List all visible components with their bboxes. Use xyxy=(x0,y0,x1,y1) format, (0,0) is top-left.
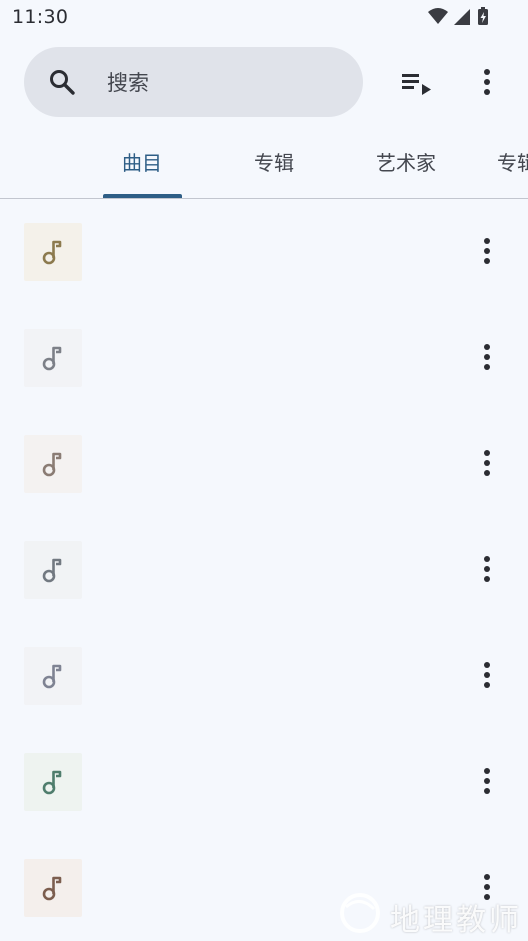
status-bar: 11:30 xyxy=(0,0,528,36)
tab-album-artists[interactable]: 专辑 xyxy=(497,136,528,198)
search-icon xyxy=(50,70,75,95)
track-thumbnail xyxy=(24,329,82,387)
search-placeholder: 搜索 xyxy=(107,71,149,95)
track-row[interactable] xyxy=(0,411,528,517)
more-vert-icon xyxy=(484,768,490,794)
more-options-button[interactable] xyxy=(477,67,497,99)
music-note-icon xyxy=(42,664,62,689)
watermark: 地理教师 xyxy=(330,887,528,939)
music-note-icon xyxy=(42,240,62,265)
track-row[interactable] xyxy=(0,199,528,305)
music-note-icon xyxy=(42,346,62,371)
music-note-icon xyxy=(42,558,62,583)
playlist-play-icon xyxy=(402,74,431,95)
status-icons xyxy=(426,6,498,28)
more-vert-icon xyxy=(484,238,490,264)
track-more-button[interactable] xyxy=(477,766,497,798)
battery-charging-icon xyxy=(478,7,488,25)
more-vert-icon xyxy=(484,69,490,95)
wifi-icon xyxy=(428,8,448,24)
cell-signal-icon xyxy=(454,9,470,25)
track-thumbnail xyxy=(24,541,82,599)
track-thumbnail xyxy=(24,435,82,493)
track-thumbnail xyxy=(24,859,82,917)
track-row[interactable] xyxy=(0,517,528,623)
tab-bar: 曲目 专辑 艺术家 专辑 xyxy=(0,136,528,198)
track-more-button[interactable] xyxy=(477,236,497,268)
track-row[interactable] xyxy=(0,623,528,729)
track-more-button[interactable] xyxy=(477,342,497,374)
watermark-text: 地理教师 xyxy=(390,903,522,938)
track-more-button[interactable] xyxy=(477,554,497,586)
track-thumbnail xyxy=(24,753,82,811)
track-row[interactable] xyxy=(0,729,528,835)
search-bar[interactable]: 搜索 xyxy=(24,47,363,117)
tab-artists[interactable]: 艺术家 xyxy=(376,136,436,198)
tab-tracks[interactable]: 曲目 xyxy=(122,136,162,198)
music-note-icon xyxy=(42,876,62,901)
more-vert-icon xyxy=(484,344,490,370)
track-thumbnail xyxy=(24,223,82,281)
track-more-button[interactable] xyxy=(477,660,497,692)
tab-albums[interactable]: 专辑 xyxy=(254,136,294,198)
track-thumbnail xyxy=(24,647,82,705)
music-note-icon xyxy=(42,770,62,795)
track-row[interactable] xyxy=(0,305,528,411)
more-vert-icon xyxy=(484,662,490,688)
music-note-icon xyxy=(42,452,62,477)
watermark-logo-icon xyxy=(340,893,380,933)
queue-button[interactable] xyxy=(398,66,434,100)
more-vert-icon xyxy=(484,450,490,476)
track-more-button[interactable] xyxy=(477,448,497,480)
more-vert-icon xyxy=(484,556,490,582)
status-time: 11:30 xyxy=(12,6,69,28)
